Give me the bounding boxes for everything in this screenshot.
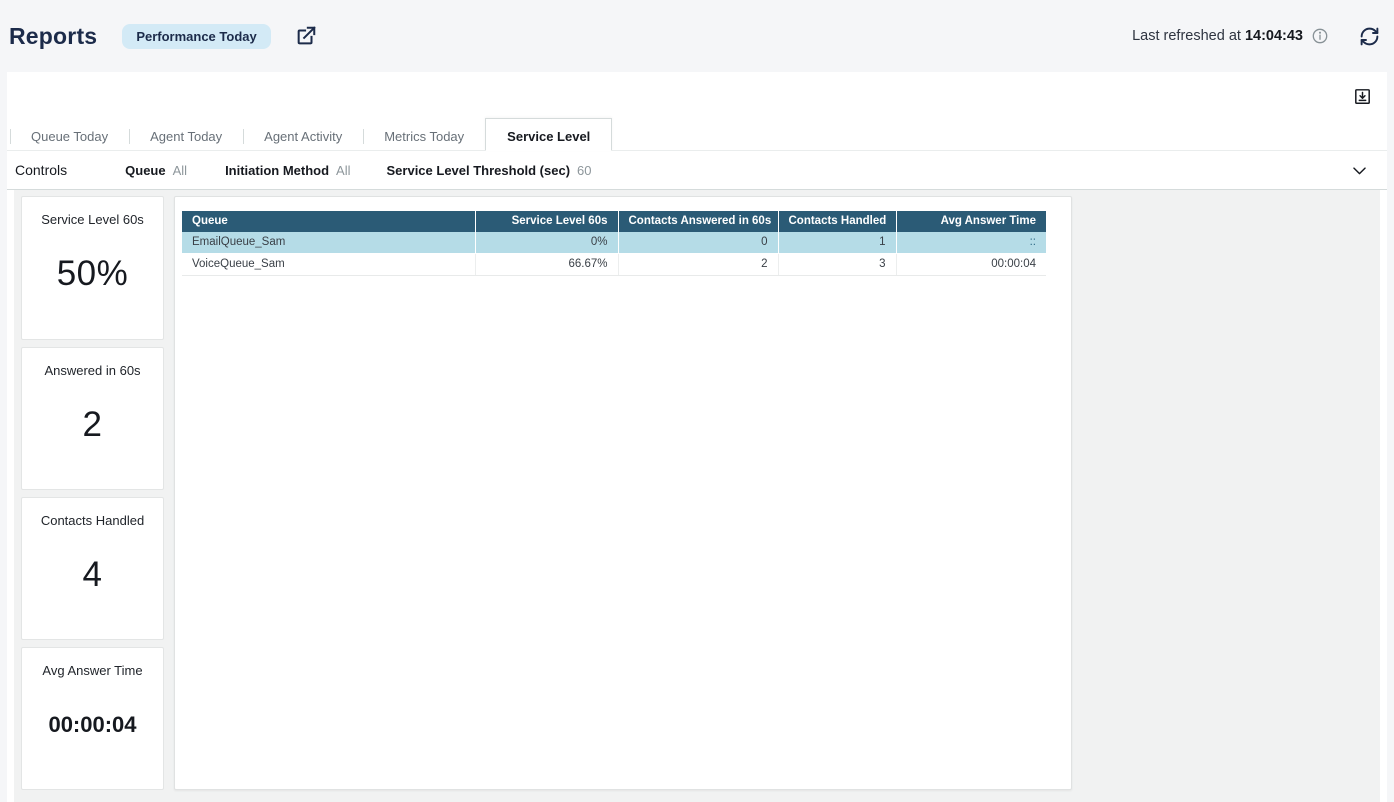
- last-refreshed-label: Last refreshed at: [1132, 28, 1241, 44]
- chevron-down-icon: [1350, 161, 1369, 180]
- cell-queue: EmailQueue_Sam: [182, 232, 475, 254]
- cell-queue: VoiceQueue_Sam: [182, 254, 475, 276]
- filter-initiation-method-value: All: [336, 163, 350, 178]
- filter-service-level-threshold-label: Service Level Threshold (sec): [387, 163, 571, 178]
- app-header: Reports Performance Today Last refreshed…: [0, 0, 1394, 72]
- cell-contacts-answered: 2: [618, 254, 778, 276]
- cell-contacts-handled: 3: [778, 254, 896, 276]
- tab-queue-today[interactable]: Queue Today: [10, 122, 129, 150]
- download-icon: [1354, 88, 1371, 105]
- kpi-value: 50%: [57, 254, 129, 294]
- controls-title: Controls: [15, 162, 67, 178]
- cell-avg-answer-time: ::: [896, 232, 1046, 254]
- table-header-row: Queue Service Level 60s Contacts Answere…: [182, 211, 1046, 232]
- filter-service-level-threshold-value: 60: [577, 163, 591, 178]
- tab-bar: Queue Today Agent Today Agent Activity M…: [7, 122, 1387, 151]
- open-in-new-window-button[interactable]: [295, 25, 317, 47]
- tab-agent-activity[interactable]: Agent Activity: [243, 122, 363, 150]
- column-header-contacts-handled[interactable]: Contacts Handled: [778, 211, 896, 232]
- refresh-info-trigger[interactable]: [1312, 28, 1328, 44]
- table-row[interactable]: VoiceQueue_Sam 66.67% 2 3 00:00:04: [182, 254, 1046, 276]
- table-panel: Queue Service Level 60s Contacts Answere…: [174, 196, 1072, 790]
- last-refreshed-text: Last refreshed at 14:04:43: [1132, 28, 1303, 44]
- tab-metrics-today[interactable]: Metrics Today: [363, 122, 485, 150]
- column-header-queue[interactable]: Queue: [182, 211, 475, 232]
- cell-avg-answer-time: 00:00:04: [896, 254, 1046, 276]
- kpi-card-service-level: Service Level 60s 50%: [21, 196, 164, 340]
- column-header-avg-answer-time[interactable]: Avg Answer Time: [896, 211, 1046, 232]
- column-header-contacts-answered-in-60s[interactable]: Contacts Answered in 60s: [618, 211, 778, 232]
- kpi-value: 00:00:04: [48, 712, 136, 738]
- export-row: [7, 72, 1387, 122]
- tab-agent-today[interactable]: Agent Today: [129, 122, 243, 150]
- filter-queue[interactable]: Queue All: [125, 163, 187, 178]
- dashboard-name-badge[interactable]: Performance Today: [122, 24, 270, 49]
- kpi-card-avg-answer-time: Avg Answer Time 00:00:04: [21, 647, 164, 790]
- kpi-value: 2: [83, 405, 103, 445]
- cell-contacts-handled: 1: [778, 232, 896, 254]
- reports-page: Reports Performance Today Last refreshed…: [0, 0, 1394, 802]
- kpi-value: 4: [83, 555, 103, 595]
- download-button[interactable]: [1354, 88, 1371, 105]
- kpi-card-answered-in-60s: Answered in 60s 2: [21, 347, 164, 490]
- service-level-table: Queue Service Level 60s Contacts Answere…: [182, 211, 1046, 276]
- header-right: Last refreshed at 14:04:43: [1132, 26, 1380, 47]
- info-icon: [1312, 28, 1328, 44]
- cell-service-level: 0%: [475, 232, 618, 254]
- filter-queue-label: Queue: [125, 163, 165, 178]
- page-title: Reports: [9, 23, 97, 50]
- tab-service-level[interactable]: Service Level: [485, 118, 612, 151]
- last-refreshed-time: 14:04:43: [1245, 28, 1303, 44]
- external-link-icon: [295, 25, 317, 47]
- dashboard-panel: Queue Today Agent Today Agent Activity M…: [7, 72, 1387, 802]
- controls-bar: Controls Queue All Initiation Method All…: [7, 151, 1387, 190]
- filter-initiation-method[interactable]: Initiation Method All: [225, 163, 350, 178]
- refresh-button[interactable]: [1359, 26, 1380, 47]
- collapse-controls-button[interactable]: [1350, 161, 1369, 180]
- filter-queue-value: All: [173, 163, 187, 178]
- refresh-icon: [1359, 26, 1380, 47]
- filter-initiation-method-label: Initiation Method: [225, 163, 329, 178]
- kpi-title: Avg Answer Time: [42, 663, 142, 678]
- kpi-title: Service Level 60s: [41, 212, 144, 227]
- filter-service-level-threshold[interactable]: Service Level Threshold (sec) 60: [387, 163, 592, 178]
- kpi-title: Answered in 60s: [44, 363, 140, 378]
- table-row[interactable]: EmailQueue_Sam 0% 0 1 ::: [182, 232, 1046, 254]
- kpi-title: Contacts Handled: [41, 513, 144, 528]
- column-header-service-level-60s[interactable]: Service Level 60s: [475, 211, 618, 232]
- cell-service-level: 66.67%: [475, 254, 618, 276]
- kpi-card-contacts-handled: Contacts Handled 4: [21, 497, 164, 640]
- dashboard-canvas: Service Level 60s 50% Answered in 60s 2 …: [14, 190, 1380, 802]
- cell-contacts-answered: 0: [618, 232, 778, 254]
